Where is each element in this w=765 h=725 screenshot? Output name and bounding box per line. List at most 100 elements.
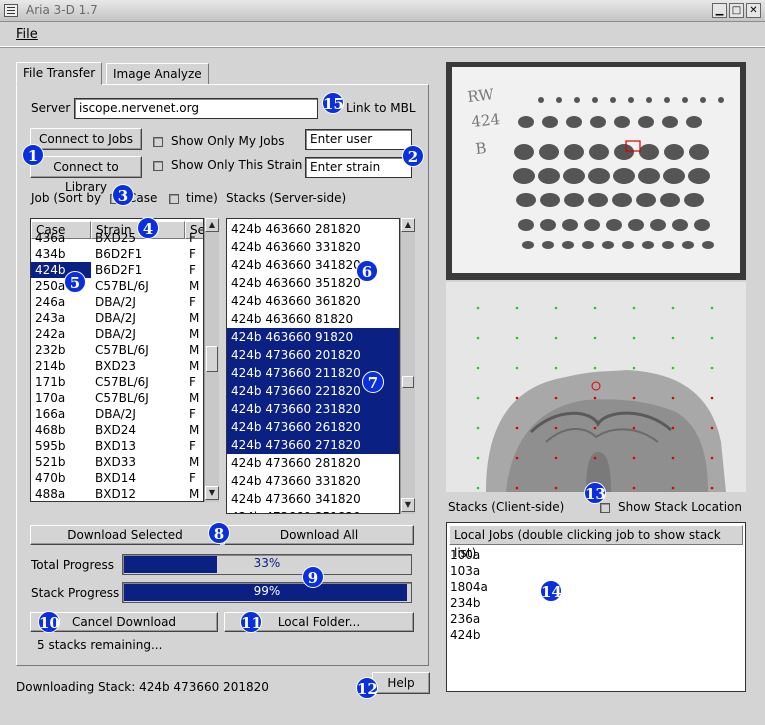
table-cell: 521b <box>35 455 66 469</box>
table-cell: 243a <box>35 311 66 325</box>
brain-section <box>542 116 558 128</box>
scroll-thumb[interactable] <box>402 376 414 388</box>
table-cell: M <box>189 423 200 437</box>
table-row[interactable]: 436a BXD25 F <box>31 230 203 246</box>
list-item[interactable]: 424b 463660 81820 <box>227 310 399 328</box>
table-cell: 166a <box>35 407 66 421</box>
table-cell: B6D2F1 <box>95 247 143 261</box>
table-row[interactable]: 214b BXD23 M <box>31 358 203 374</box>
table-row[interactable]: 424b B6D2F1 F <box>31 262 203 278</box>
list-item[interactable]: 1804a <box>450 579 740 595</box>
list-item[interactable]: 424b 473660 281820 <box>227 454 399 472</box>
local-jobs-list: Local Jobs (double clicking job to show … <box>446 522 746 692</box>
scroll-down-icon[interactable]: ▼ <box>205 486 219 500</box>
list-item[interactable]: 424b <box>450 627 740 643</box>
link-to-mbl[interactable]: Link to MBL <box>346 101 416 115</box>
connect-to-library-button[interactable]: Connect to Library <box>30 156 142 194</box>
table-cell: DBA/2J <box>95 327 136 341</box>
table-cell: F <box>189 471 196 485</box>
list-item[interactable]: 424b 473660 331820 <box>227 472 399 490</box>
brain-section <box>564 193 584 207</box>
show-my-jobs-checkbox[interactable] <box>153 137 163 147</box>
callout-badge-1: 1 <box>22 144 44 166</box>
strain-input[interactable]: Enter strain <box>305 157 412 178</box>
list-item[interactable]: 424b 463660 361820 <box>227 292 399 310</box>
table-row[interactable]: 170a C57BL/6J M <box>31 390 203 406</box>
brain-section <box>592 97 598 103</box>
brain-section <box>584 219 600 231</box>
list-item[interactable]: 424b 473660 351820 <box>227 508 399 513</box>
maximize-icon[interactable]: □ <box>729 3 744 18</box>
list-item[interactable]: 424b 473660 261820 <box>227 418 399 436</box>
callout-badge-10: 10 <box>38 611 60 633</box>
brain-section <box>662 116 678 128</box>
table-row[interactable]: 488a BXD12 M <box>31 486 203 501</box>
scroll-thumb[interactable] <box>206 346 218 372</box>
table-row[interactable]: 250a C57BL/6J M <box>31 278 203 294</box>
table-cell: M <box>189 455 200 469</box>
list-item[interactable]: 103a <box>450 563 740 579</box>
list-item[interactable]: 424b 473660 271820 <box>227 436 399 454</box>
callout-badge-3: 3 <box>112 184 134 206</box>
minimize-icon[interactable]: ▁ <box>712 3 727 18</box>
table-cell: BXD24 <box>95 423 136 437</box>
stacks-scrollbar[interactable]: ▲ ▼ <box>400 218 415 514</box>
table-row[interactable]: 521b BXD33 M <box>31 454 203 470</box>
list-item[interactable]: 100a <box>450 547 740 563</box>
table-row[interactable]: 434b B6D2F1 F <box>31 246 203 262</box>
jobs-scrollbar[interactable]: ▲ ▼ <box>204 218 219 502</box>
list-item[interactable]: 234b <box>450 595 740 611</box>
grid-dot <box>671 426 675 430</box>
tab-file-transfer[interactable]: File Transfer <box>16 62 103 85</box>
table-row[interactable]: 470b BXD14 F <box>31 470 203 486</box>
table-cell: M <box>189 343 200 357</box>
download-all-button[interactable]: Download All <box>224 525 414 545</box>
table-cell: DBA/2J <box>95 295 136 309</box>
window-menu-icon[interactable] <box>4 4 18 17</box>
list-item[interactable]: 424b 473660 341820 <box>227 490 399 508</box>
list-item[interactable]: 424b 473660 201820 <box>227 346 399 364</box>
brain-section <box>602 241 614 249</box>
table-row[interactable]: 171b C57BL/6J F <box>31 374 203 390</box>
slide-overview-image[interactable]: RW 424 B <box>446 62 746 280</box>
list-item[interactable]: 236a <box>450 611 740 627</box>
table-row[interactable]: 166a DBA/2J F <box>31 406 203 422</box>
list-item[interactable]: 424b 473660 231820 <box>227 400 399 418</box>
server-input[interactable]: iscope.nervenet.org <box>74 98 318 119</box>
brain-section <box>638 116 654 128</box>
brain-section <box>574 97 580 103</box>
brain-section <box>588 168 610 184</box>
list-item[interactable]: 424b 463660 331820 <box>227 238 399 256</box>
table-row[interactable]: 468b BXD24 M <box>31 422 203 438</box>
brain-section <box>564 144 584 160</box>
scroll-up-icon[interactable]: ▲ <box>205 218 219 232</box>
scroll-down-icon[interactable]: ▼ <box>401 498 415 512</box>
help-button[interactable]: Help <box>372 672 430 694</box>
grid-dot <box>710 426 714 430</box>
sort-time-label: time) <box>186 191 218 205</box>
show-this-strain-checkbox[interactable] <box>153 161 163 171</box>
download-selected-button[interactable]: Download Selected <box>30 525 220 545</box>
table-row[interactable]: 595b BXD13 F <box>31 438 203 454</box>
menu-file[interactable]: File <box>16 27 38 42</box>
brain-section <box>518 116 534 128</box>
callout-badge-11: 11 <box>240 611 262 633</box>
brain-section <box>538 97 544 103</box>
close-icon[interactable]: ✕ <box>746 3 761 18</box>
grid-dot <box>671 456 675 460</box>
table-row[interactable]: 232b C57BL/6J M <box>31 342 203 358</box>
brain-section <box>622 241 634 249</box>
grid-dot <box>710 486 714 490</box>
brain-section-image[interactable] <box>446 282 746 492</box>
connect-to-jobs-button[interactable]: Connect to Jobs <box>30 128 142 150</box>
table-row[interactable]: 242a DBA/2J M <box>31 326 203 342</box>
tab-image-analyze[interactable]: Image Analyze <box>106 63 209 84</box>
scroll-up-icon[interactable]: ▲ <box>401 218 415 232</box>
table-row[interactable]: 243a DBA/2J M <box>31 310 203 326</box>
table-row[interactable]: 246a DBA/2J F <box>31 294 203 310</box>
list-item[interactable]: 424b 463660 91820 <box>227 328 399 346</box>
sort-time-checkbox[interactable] <box>169 194 179 204</box>
user-input[interactable]: Enter user <box>305 129 412 150</box>
list-item[interactable]: 424b 463660 281820 <box>227 220 399 238</box>
show-stack-location-checkbox[interactable] <box>600 503 610 513</box>
